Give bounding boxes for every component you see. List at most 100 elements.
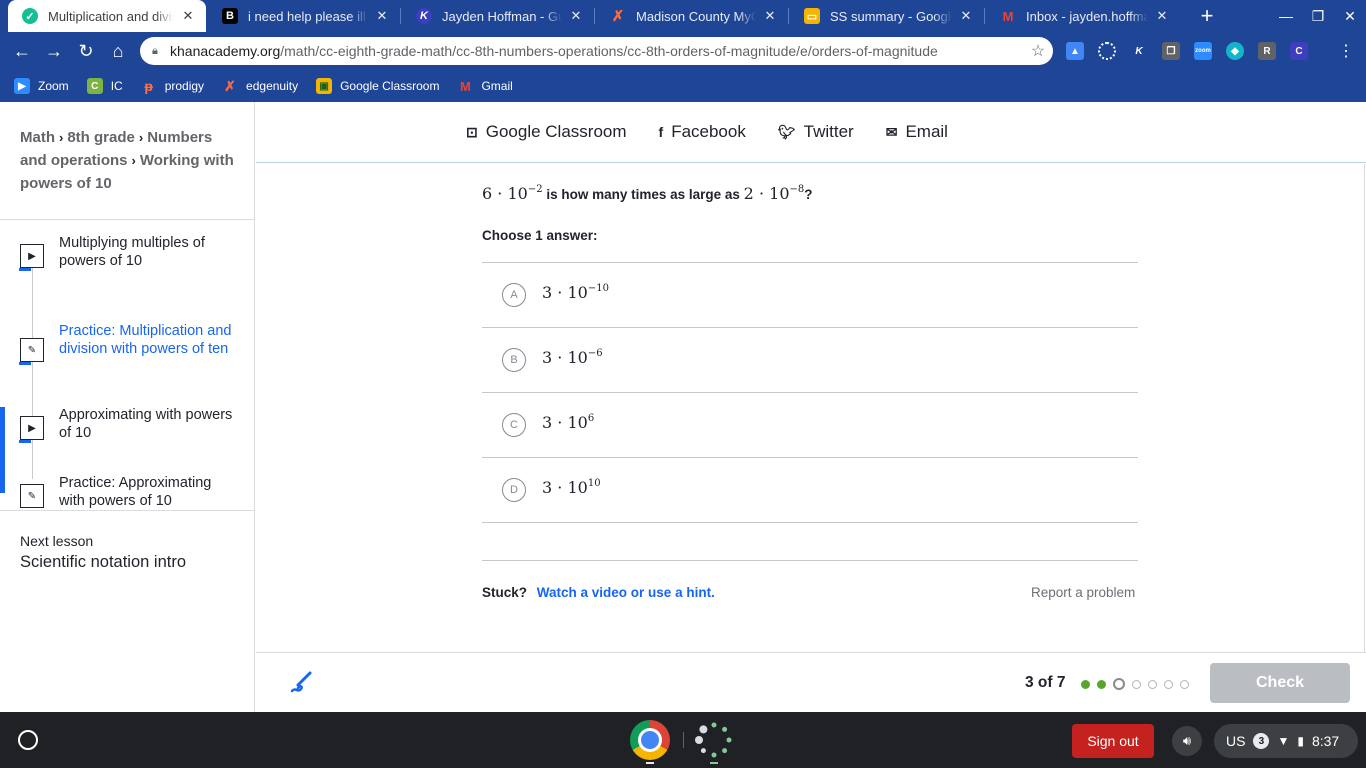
tab-1[interactable]: B i need help please ill ma ✕: [208, 0, 400, 32]
next-lesson-label: Next lesson: [20, 533, 94, 549]
x-icon: ✗: [611, 8, 625, 25]
tab-4[interactable]: ▭ SS summary - Google Sli ✕: [790, 0, 984, 32]
bookmark-gmail[interactable]: M Gmail: [457, 78, 513, 94]
share-facebook[interactable]: f Facebook: [659, 122, 746, 142]
back-icon[interactable]: ←: [8, 37, 36, 65]
google-drive-extension-icon[interactable]: ▲: [1066, 42, 1084, 60]
cyan-extension-icon[interactable]: ◆: [1226, 42, 1244, 60]
chevron-right-icon: ›: [59, 130, 64, 145]
k-extension-icon[interactable]: K: [1130, 42, 1148, 60]
twitter-icon: 🐦︎: [777, 123, 796, 140]
tab-separator: [788, 8, 789, 24]
bookmark-ic[interactable]: C IC: [86, 78, 123, 94]
choice-value: 3 · 106: [542, 413, 595, 432]
ic-icon: C: [86, 78, 103, 94]
choice-a[interactable]: A 3 · 10−10: [482, 263, 1138, 328]
app-indicator: [710, 762, 718, 764]
status-tray[interactable]: US 3 ▼ ▮ 8:37: [1214, 724, 1358, 758]
bookmark-google-classroom[interactable]: ▣ Google Classroom: [316, 78, 439, 94]
active-app-indicator: [646, 762, 654, 764]
sign-out-button[interactable]: Sign out: [1072, 724, 1154, 758]
close-icon[interactable]: ✕: [374, 8, 390, 24]
choice-b[interactable]: B 3 · 10−6: [482, 328, 1138, 393]
loading-app-icon[interactable]: [694, 720, 734, 760]
exercise-footer: 3 of 7 Check: [256, 652, 1366, 712]
choice-c[interactable]: C 3 · 106: [482, 393, 1138, 458]
new-tab-button[interactable]: +: [1196, 3, 1218, 29]
question-text: 6 · 10−2 is how many times as large as 2…: [482, 184, 813, 203]
clock: 8:37: [1311, 733, 1340, 749]
choice-value: 3 · 10−6: [542, 348, 603, 367]
tab-5[interactable]: M Inbox - jayden.hoffman2 ✕: [986, 0, 1180, 32]
c-extension-icon[interactable]: C: [1290, 42, 1308, 60]
progress-dot: [1148, 679, 1157, 689]
close-window-icon[interactable]: ✕: [1334, 0, 1366, 32]
khan-academy-icon: ✓: [22, 8, 38, 24]
tab-2[interactable]: K Jayden Hoffman - Guide ✕: [402, 0, 594, 32]
answer-choices: A 3 · 10−10 B 3 · 10−6 C 3 · 106 D 3 · 1…: [482, 262, 1138, 523]
browser-toolbar: ← → ↻ ⌂ 🔒︎ khanacademy.org/math/cc-eight…: [0, 32, 1366, 70]
breadcrumb-math[interactable]: Math: [20, 129, 55, 146]
zoom-extension-icon[interactable]: zoom: [1194, 42, 1212, 60]
breadcrumb-8th-grade[interactable]: 8th grade: [67, 129, 135, 146]
forward-icon[interactable]: →: [40, 37, 68, 65]
lesson-list: ▶ Multiplying multiples of powers of 10 …: [0, 220, 254, 511]
choice-value: 3 · 1010: [542, 478, 601, 497]
close-icon[interactable]: ✕: [568, 8, 584, 24]
bookmark-label: Zoom: [38, 79, 69, 93]
report-problem-link[interactable]: Report a problem: [1031, 585, 1135, 600]
share-email[interactable]: ✉ Email: [886, 122, 948, 142]
facebook-icon: f: [658, 124, 664, 140]
bookmark-label: Gmail: [481, 79, 513, 93]
address-bar[interactable]: 🔒︎ khanacademy.org/math/cc-eighth-grade-…: [140, 37, 1053, 65]
choice-letter: C: [502, 413, 526, 437]
share-twitter[interactable]: 🐦︎ Twitter: [778, 122, 854, 142]
url-path: /math/cc-eighth-grade-math/cc-8th-number…: [280, 43, 938, 59]
share-bar: ⊡ Google Classroom f Facebook 🐦︎ Twitter ✉ E…: [256, 102, 1366, 163]
hint-link[interactable]: Watch a video or use a hint.: [537, 585, 715, 600]
tab-3[interactable]: ✗ Madison County MyOnli ✕: [596, 0, 788, 32]
tab-title: Jayden Hoffman - Guide: [442, 8, 562, 24]
close-icon[interactable]: ✕: [762, 8, 778, 24]
bookmark-edgenuity[interactable]: ✗ edgenuity: [222, 78, 298, 94]
r-extension-icon[interactable]: R: [1258, 42, 1276, 60]
edgenuity-icon: ✗: [224, 77, 236, 94]
progress-dots: [1081, 678, 1196, 690]
menu-icon[interactable]: ⋮: [1332, 37, 1360, 65]
tab-title: i need help please ill ma: [248, 8, 368, 24]
next-lesson[interactable]: Next lesson Scientific notation intro: [0, 511, 254, 594]
reload-icon[interactable]: ↻: [72, 37, 100, 65]
choice-letter: A: [502, 283, 526, 307]
google-classroom-icon: ▣: [316, 78, 333, 94]
bookmark-star-icon[interactable]: ☆: [1023, 41, 1053, 61]
share-label: Email: [905, 122, 948, 141]
lesson-sidebar: Math › 8th grade › Numbers and operations › Wo…: [0, 102, 255, 712]
restore-icon[interactable]: ❐: [1302, 0, 1334, 32]
tab-title: Inbox - jayden.hoffman2: [1026, 8, 1148, 24]
home-icon[interactable]: ⌂: [104, 37, 132, 65]
close-icon[interactable]: ✕: [180, 8, 196, 24]
tab-0[interactable]: ✓ Multiplication and divisi ✕: [8, 0, 206, 32]
chrome-icon[interactable]: [630, 720, 670, 760]
copy-extension-icon[interactable]: ❐: [1162, 42, 1180, 60]
lesson-label: Multiplying multiples of powers of 10: [59, 235, 205, 269]
loading-extension-icon[interactable]: [1098, 42, 1116, 60]
share-google-classroom[interactable]: ⊡ Google Classroom: [466, 122, 627, 142]
check-button[interactable]: Check: [1210, 663, 1350, 703]
scratchpad-icon[interactable]: [288, 669, 316, 697]
close-icon[interactable]: ✕: [958, 8, 974, 24]
choice-d[interactable]: D 3 · 1010: [482, 458, 1138, 523]
close-icon[interactable]: ✕: [1154, 8, 1170, 24]
bookmark-zoom[interactable]: ▶ Zoom: [14, 78, 69, 94]
minimize-icon[interactable]: —: [1270, 0, 1302, 32]
lesson-item-0[interactable]: ▶ Multiplying multiples of powers of 10: [0, 234, 254, 278]
bookmark-prodigy[interactable]: ᵽ prodigy: [141, 78, 204, 94]
accessibility-icon[interactable]: 🔊︎: [1172, 726, 1202, 756]
lesson-label: Practice: Approximating with powers of 1…: [59, 475, 212, 509]
progress-dot: [1097, 679, 1106, 689]
launcher-icon[interactable]: [18, 730, 38, 750]
google-slides-icon: ▭: [804, 8, 820, 24]
active-lesson-indicator: [0, 407, 5, 493]
google-classroom-icon: ⊡: [466, 123, 478, 140]
keyboard-locale: US: [1226, 733, 1246, 749]
